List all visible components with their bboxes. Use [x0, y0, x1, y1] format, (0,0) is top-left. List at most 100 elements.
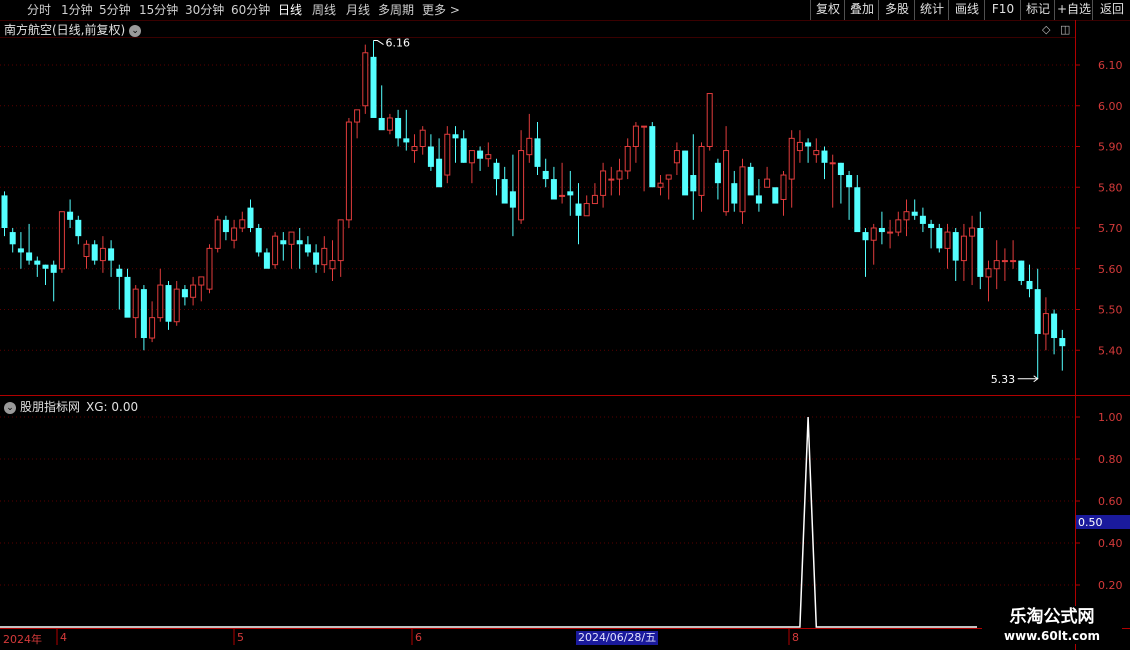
candle-body [362, 52, 369, 107]
candle-body [34, 260, 41, 265]
candle-body [567, 191, 574, 196]
candle-body [813, 150, 820, 156]
candle-body [157, 284, 164, 319]
candle-body [116, 268, 123, 277]
indicator-tick-label: 1.00 [1098, 411, 1123, 424]
candle-body [878, 228, 885, 233]
candle-body [42, 264, 49, 269]
candle-body [26, 252, 33, 261]
watermark-title: 乐淘公式网 [1009, 607, 1095, 627]
candle-body [255, 228, 262, 253]
candle-body [583, 203, 590, 217]
candle-body [67, 211, 74, 220]
candle-body [337, 219, 344, 262]
candle-body [575, 203, 582, 216]
candle-body [1026, 280, 1033, 290]
candle-body [75, 219, 82, 237]
candle-body [780, 174, 787, 200]
indicator-tick-label: 0.20 [1098, 579, 1123, 592]
price-tick-label: 6.00 [1098, 100, 1123, 113]
indicator-tick-label: 0.40 [1098, 537, 1123, 550]
candle-body [960, 235, 967, 262]
candle-body [632, 125, 639, 147]
candle-body [846, 175, 853, 188]
watermark: 乐淘公式网 www.60lt.com [982, 606, 1122, 644]
candle-body [50, 264, 57, 273]
candle-body [608, 178, 615, 181]
candle-body [206, 247, 213, 290]
candle-body [731, 183, 738, 204]
candle-body [280, 240, 287, 245]
candle-body [395, 117, 402, 139]
candle-body [214, 219, 221, 249]
candle-body [559, 194, 566, 197]
candle-body [550, 179, 557, 200]
candle-body [829, 162, 836, 165]
candle-body [288, 231, 295, 245]
candle-body [665, 174, 672, 180]
candle-body [452, 134, 459, 139]
candle-body [444, 133, 451, 176]
candle-body [501, 179, 508, 204]
candle-body [698, 146, 705, 196]
indicator-tick-label: 0.60 [1098, 495, 1123, 508]
candle-body [977, 228, 984, 277]
candle-body [911, 211, 918, 216]
candle-body [304, 244, 311, 253]
candle-body [1034, 289, 1041, 334]
candle-body [427, 146, 434, 167]
candle-body [993, 260, 1000, 270]
candle-body [468, 150, 475, 164]
candle-body [124, 276, 131, 318]
candle-body [616, 170, 623, 180]
candle-body [952, 232, 959, 261]
price-tick-label: 6.10 [1098, 59, 1123, 72]
candle-body [485, 154, 492, 160]
candle-body [140, 289, 147, 339]
timeline-month: 4 [60, 631, 67, 644]
candle-body [928, 223, 935, 228]
candle-body [222, 219, 229, 233]
candle-body [83, 243, 90, 258]
candle-body [493, 162, 500, 180]
candle-body [870, 227, 877, 241]
candle-body [263, 252, 270, 269]
candle-body [321, 247, 328, 266]
candle-body [919, 215, 926, 224]
candle-body [419, 129, 426, 147]
candle-body [354, 109, 361, 123]
candle-body [403, 138, 410, 143]
price-tick-label: 5.90 [1098, 141, 1123, 154]
candle-body [509, 191, 516, 208]
candle-body [99, 247, 106, 262]
candle-body [985, 268, 992, 278]
price-tick-label: 5.80 [1098, 181, 1123, 194]
candle-body [313, 252, 320, 265]
candle-body [649, 126, 656, 188]
candle-body [411, 146, 418, 152]
candle-body [149, 317, 156, 339]
candle-body [231, 227, 238, 241]
candle-body [1051, 313, 1058, 339]
candle-body [534, 138, 541, 167]
watermark-url: www.60lt.com [1003, 629, 1101, 643]
price-tick-label: 5.40 [1098, 344, 1123, 357]
candle-body [747, 166, 754, 196]
timeline-month: 5 [237, 631, 244, 644]
candle-body [600, 170, 607, 196]
timeline-month: 8 [792, 631, 799, 644]
candle-body [198, 276, 205, 286]
candle-body [706, 93, 713, 147]
candle-body [682, 150, 689, 196]
candle-body [173, 288, 180, 323]
candle-body [657, 182, 664, 188]
candle-body [181, 289, 188, 298]
candle-body [108, 248, 115, 261]
candle-body [887, 231, 894, 234]
candle-body [1042, 313, 1049, 335]
candle-body [805, 142, 812, 147]
candle-body [895, 219, 902, 233]
candle-body [591, 194, 598, 205]
indicator-tick-label: 0.80 [1098, 453, 1123, 466]
chart-canvas[interactable]: 6.16 5.33 6.10 6.00 5.90 5.80 5.70 5.60 5.50 5.4… [0, 0, 1130, 650]
